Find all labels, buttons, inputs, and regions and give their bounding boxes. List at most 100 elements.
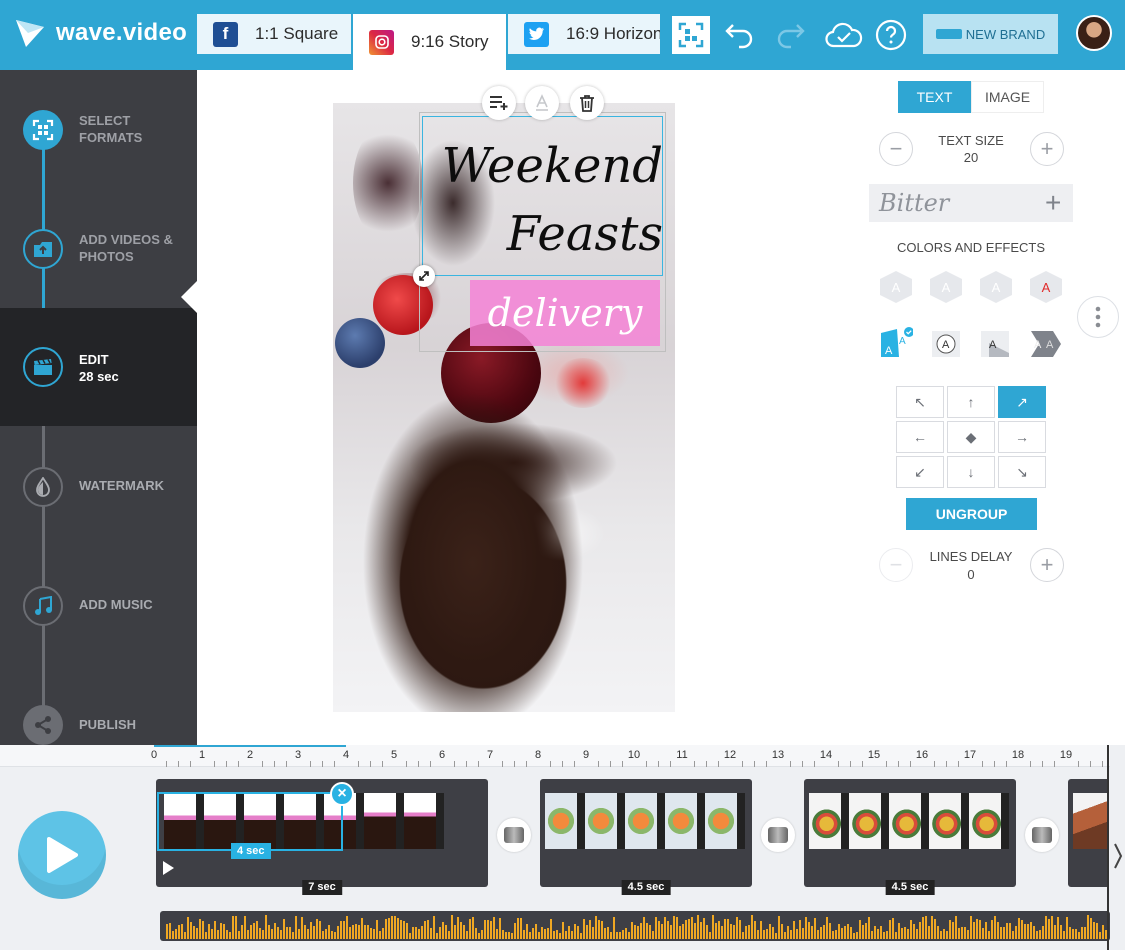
text-style-button[interactable] xyxy=(525,86,559,120)
add-text-line-button[interactable] xyxy=(482,86,516,120)
waveform-bar xyxy=(370,928,372,939)
waveform-bar xyxy=(313,926,315,939)
ruler-minor-tick xyxy=(766,761,767,767)
ruler-tick-label: 0 xyxy=(150,749,158,761)
lines-delay-decrease-button[interactable]: − xyxy=(879,548,913,582)
step-circle xyxy=(23,110,63,150)
tab-format-story[interactable]: 9:16 Story xyxy=(353,14,506,70)
add-format-button[interactable] xyxy=(672,16,710,54)
transition-button[interactable] xyxy=(761,818,795,852)
color-swatch-2[interactable]: A xyxy=(930,271,962,303)
color-swatch-3[interactable]: A xyxy=(980,271,1012,303)
waveform-bar xyxy=(589,920,591,939)
text-size-increase-button[interactable]: + xyxy=(1030,132,1064,166)
waveform-bar xyxy=(691,917,693,939)
waveform-bar xyxy=(412,927,414,939)
step-watermark[interactable]: WATERMARK xyxy=(0,426,197,544)
new-brand-button[interactable]: NEW BRAND xyxy=(923,14,1058,54)
effect-shadow-selected[interactable]: AA xyxy=(879,327,913,359)
step-select-formats[interactable]: SELECT FORMATS xyxy=(0,70,197,188)
audio-track[interactable] xyxy=(160,911,1110,941)
step-add-videos-photos[interactable]: ADD VIDEOS & PHOTOS xyxy=(0,188,197,306)
waveform-bar xyxy=(466,931,468,939)
font-selector[interactable]: Bitter + xyxy=(869,184,1073,222)
color-swatch-1[interactable]: A xyxy=(880,271,912,303)
tab-text[interactable]: TEXT xyxy=(898,81,971,113)
align-bottom[interactable]: ↓ xyxy=(947,456,995,488)
remove-clip-button[interactable]: × xyxy=(330,782,354,806)
ruler-minor-tick xyxy=(1102,761,1103,767)
waveform-bar xyxy=(322,931,324,939)
tab-image[interactable]: IMAGE xyxy=(971,81,1044,113)
redo-icon xyxy=(777,24,805,49)
waveform-bar xyxy=(760,921,762,939)
scene-2[interactable]: 4.5 sec xyxy=(540,779,752,895)
play-button[interactable] xyxy=(18,811,106,899)
waveform-bar xyxy=(904,927,906,939)
effect-long-shadow[interactable]: A xyxy=(979,328,1013,360)
step-edit[interactable]: EDIT 28 sec xyxy=(0,308,197,426)
lines-delay-increase-button[interactable]: + xyxy=(1030,548,1064,582)
ruler-tick-label: 2 xyxy=(246,749,254,761)
tab-format-horizontal[interactable]: 16:9 Horizontal xyxy=(508,14,660,54)
waveform-bar xyxy=(283,919,285,939)
waveform-bar xyxy=(274,923,276,939)
app-logo[interactable]: wave.video xyxy=(14,17,187,49)
transition-button[interactable] xyxy=(497,818,531,852)
color-swatch-4[interactable]: A xyxy=(1030,271,1062,303)
scene-play-icon[interactable] xyxy=(163,861,174,875)
cloud-save-button[interactable] xyxy=(824,16,864,54)
waveform-bar xyxy=(1057,917,1059,939)
align-left[interactable]: ← xyxy=(896,421,944,453)
step-circle xyxy=(23,467,63,507)
align-right[interactable]: → xyxy=(998,421,1046,453)
align-bottom-right[interactable]: ↘ xyxy=(998,456,1046,488)
effect-outline[interactable]: A xyxy=(929,328,963,360)
ruler-minor-tick xyxy=(526,761,527,767)
text-color-icon xyxy=(536,94,548,111)
align-center[interactable]: ◆ xyxy=(947,421,995,453)
more-options-button[interactable] xyxy=(1077,296,1119,338)
tab-format-square[interactable]: f 1:1 Square xyxy=(197,14,351,54)
step-circle xyxy=(23,229,63,269)
waveform-bar xyxy=(577,926,579,939)
align-top-right[interactable]: ↗ xyxy=(998,386,1046,418)
ruler-minor-tick xyxy=(430,761,431,767)
scene-3[interactable]: 4.5 sec xyxy=(804,779,1016,895)
redo-button[interactable] xyxy=(772,16,810,54)
waveform-bar xyxy=(457,917,459,939)
delete-button[interactable] xyxy=(570,86,604,120)
ungroup-button[interactable]: UNGROUP xyxy=(906,498,1037,530)
step-circle xyxy=(23,347,63,387)
waveform-bar xyxy=(562,922,564,939)
align-bottom-left[interactable]: ↙ xyxy=(896,456,944,488)
waveform-bar xyxy=(805,917,807,939)
step-add-music[interactable]: ADD MUSIC xyxy=(0,546,197,664)
waveform-bar xyxy=(673,916,675,939)
step-publish[interactable]: PUBLISH xyxy=(0,666,197,745)
waveform-bar xyxy=(292,932,294,939)
effect-chevron[interactable]: AA xyxy=(1029,328,1063,360)
scene-4[interactable] xyxy=(1068,779,1108,887)
timeline-scroll-right-button[interactable] xyxy=(1113,838,1125,874)
thumbnail xyxy=(1073,793,1108,849)
add-font-icon[interactable]: + xyxy=(1045,187,1061,219)
text-size-decrease-button[interactable]: − xyxy=(879,132,913,166)
arrow-left-icon: ← xyxy=(913,429,927,445)
colors-effects-label: COLORS AND EFFECTS xyxy=(896,240,1046,255)
headline-text[interactable]: Weekend Feasts xyxy=(425,132,663,268)
help-button[interactable] xyxy=(872,16,910,54)
ruler-minor-tick xyxy=(694,761,695,767)
undo-icon xyxy=(725,24,753,49)
waveform-bar xyxy=(790,930,792,939)
avatar[interactable] xyxy=(1076,15,1112,51)
waveform-bar xyxy=(598,920,600,939)
waveform-bar xyxy=(820,927,822,939)
align-top-left[interactable]: ↖ xyxy=(896,386,944,418)
align-top[interactable]: ↑ xyxy=(947,386,995,418)
transition-button[interactable] xyxy=(1025,818,1059,852)
resize-handle[interactable] xyxy=(413,265,435,287)
waveform-bar xyxy=(238,931,240,939)
badge-text[interactable]: delivery xyxy=(470,280,660,346)
undo-button[interactable] xyxy=(720,16,758,54)
